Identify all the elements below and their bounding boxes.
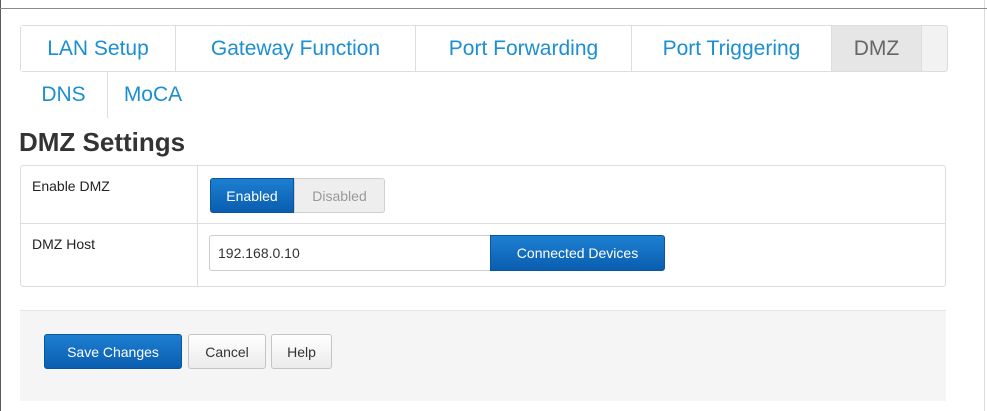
tab-port-forwarding[interactable]: Port Forwarding (416, 26, 632, 71)
tab-dmz[interactable]: DMZ (832, 26, 922, 71)
dmz-settings-table: Enable DMZ Enabled Disabled DMZ Host Con… (20, 165, 946, 287)
dmz-host-value: Connected Devices (198, 224, 945, 286)
tab-bar-primary: LAN Setup Gateway Function Port Forwardi… (20, 25, 948, 72)
dmz-enabled-toggle[interactable]: Enabled (210, 178, 294, 213)
tab-gateway-function[interactable]: Gateway Function (176, 26, 416, 71)
dmz-disabled-toggle[interactable]: Disabled (294, 178, 385, 213)
enable-dmz-label: Enable DMZ (21, 166, 198, 223)
tab-lan-setup[interactable]: LAN Setup (21, 26, 176, 71)
top-divider (0, 8, 987, 9)
cancel-button[interactable]: Cancel (188, 334, 266, 369)
help-button[interactable]: Help (271, 334, 332, 369)
save-changes-button[interactable]: Save Changes (44, 334, 182, 369)
tab-dns[interactable]: DNS (20, 72, 108, 118)
tab-moca[interactable]: MoCA (108, 72, 198, 118)
dmz-host-input[interactable] (209, 235, 491, 271)
dmz-host-row: DMZ Host Connected Devices (21, 224, 945, 286)
enable-dmz-value: Enabled Disabled (198, 166, 945, 223)
tab-port-triggering[interactable]: Port Triggering (632, 26, 832, 71)
tab-bar-secondary: DNS MoCA (20, 72, 198, 118)
page-title: DMZ Settings (19, 127, 186, 157)
dmz-host-label: DMZ Host (21, 224, 198, 286)
connected-devices-button[interactable]: Connected Devices (490, 235, 665, 271)
enable-dmz-row: Enable DMZ Enabled Disabled (21, 166, 945, 224)
form-actions-bar: Save Changes Cancel Help (20, 310, 946, 401)
